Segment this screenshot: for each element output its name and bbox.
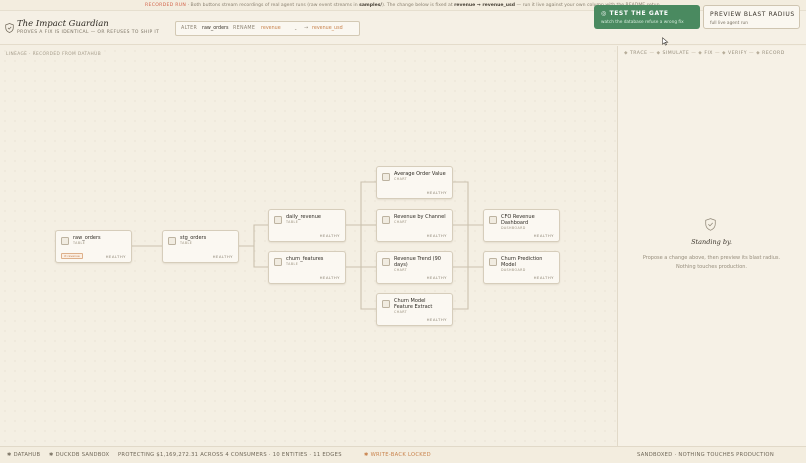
node-type: DASHBOARD	[501, 268, 526, 272]
pipeline-steps: ◆ TRACE — ◆ SIMULATE — ◆ FIX — ◆ VERIFY …	[624, 51, 785, 56]
table-icon	[61, 237, 69, 245]
lineage-node-cfo-revenue-dashboard[interactable]: CFO Revenue Dashboard DASHBOARD HEALTHY	[483, 209, 560, 242]
protecting-summary: PROTECTING $1,169,272.31 ACROSS 4 CONSUM…	[118, 452, 342, 458]
chart-icon	[382, 258, 390, 266]
lineage-node-revenue-by-channel[interactable]: Revenue by Channel CHART HEALTHY	[376, 209, 453, 242]
edge	[453, 266, 483, 310]
node-name: CFO Revenue Dashboard	[501, 214, 535, 226]
node-type: TABLE	[286, 262, 299, 266]
preview-blast-radius-sub: full live agent run	[710, 21, 748, 26]
node-status: HEALTHY	[426, 190, 447, 195]
step-record: RECORD	[762, 51, 785, 56]
dashboard-icon	[489, 216, 497, 224]
step-verify: VERIFY	[728, 51, 748, 56]
table-icon	[274, 216, 282, 224]
preview-blast-radius-label: PREVIEW BLAST RADIUS	[710, 11, 795, 18]
node-type: TABLE	[286, 220, 299, 224]
node-type: CHART	[394, 177, 408, 181]
step-trace: TRACE	[630, 51, 648, 56]
node-status: HEALTHY	[319, 275, 340, 280]
node-name: Churn Prediction Model	[501, 256, 543, 268]
edge	[239, 224, 268, 247]
standing-by-title: Standing by.	[691, 238, 732, 246]
lineage-node-average-order-value[interactable]: Average Order Value CHART HEALTHY	[376, 166, 453, 199]
step-fix: FIX	[704, 51, 713, 56]
lineage-node-stg-orders[interactable]: stg_orders TABLE HEALTHY	[162, 230, 239, 263]
node-status: HEALTHY	[105, 254, 126, 259]
mouse-cursor-icon	[662, 37, 669, 46]
node-name: Churn Model Feature Extract	[394, 298, 433, 310]
table-icon	[274, 258, 282, 266]
edge	[346, 181, 376, 226]
lineage-node-churn-features[interactable]: churn_features TABLE HEALTHY	[268, 251, 346, 284]
node-status: HEALTHY	[319, 233, 340, 238]
agent-panel	[617, 46, 806, 446]
lineage-node-raw-orders[interactable]: raw_orders TABLE ⊘ revenue HEALTHY	[55, 230, 132, 263]
node-type: TABLE	[180, 241, 193, 245]
node-status: HEALTHY	[212, 254, 233, 259]
edge	[453, 225, 469, 268]
step-simulate: SIMULATE	[662, 51, 690, 56]
chart-icon	[382, 216, 390, 224]
node-type: CHART	[394, 268, 408, 272]
sandboxed-status: SANDBOXED · NOTHING TOUCHES PRODUCTION	[637, 452, 774, 458]
table-icon	[168, 237, 176, 245]
edge	[360, 225, 376, 268]
chart-icon	[382, 300, 390, 308]
node-type: CHART	[394, 220, 408, 224]
affected-column-badge: ⊘ revenue	[61, 253, 83, 259]
chart-icon	[382, 173, 390, 181]
preview-blast-radius-button[interactable]: PREVIEW BLAST RADIUS full live agent run	[703, 5, 800, 29]
edge	[346, 266, 376, 310]
node-type: DASHBOARD	[501, 226, 526, 230]
node-status: HEALTHY	[533, 233, 554, 238]
lineage-node-revenue-trend[interactable]: Revenue Trend (90 days) CHART HEALTHY	[376, 251, 453, 284]
edge	[253, 246, 268, 268]
status-footer: ✱ DATAHUB ✱ DUCKDB SANDBOX PROTECTING $1…	[0, 446, 806, 463]
edge	[453, 181, 483, 226]
dashboard-icon	[489, 258, 497, 266]
node-type: TABLE	[73, 241, 86, 245]
lineage-node-daily-revenue[interactable]: daily_revenue TABLE HEALTHY	[268, 209, 346, 242]
node-type: CHART	[394, 310, 408, 314]
lineage-node-churn-prediction-model[interactable]: Churn Prediction Model DASHBOARD HEALTHY	[483, 251, 560, 284]
shield-check-icon	[705, 218, 716, 231]
write-back-status: ✱ WRITE-BACK LOCKED	[364, 452, 431, 458]
node-status: HEALTHY	[426, 275, 447, 280]
node-status: HEALTHY	[426, 233, 447, 238]
standing-by-description: Propose a change above, then preview its…	[617, 254, 806, 272]
node-status: HEALTHY	[533, 275, 554, 280]
standing-by-line-1: Propose a change above, then preview its…	[642, 255, 781, 261]
lineage-node-churn-model-feature-extract[interactable]: Churn Model Feature Extract CHART HEALTH…	[376, 293, 453, 326]
node-name: Revenue Trend (90 days)	[394, 256, 441, 268]
duckdb-status: ✱ DUCKDB SANDBOX	[49, 452, 110, 458]
node-status: HEALTHY	[426, 317, 447, 322]
standing-by-line-2: Nothing touches production.	[675, 264, 748, 270]
datahub-status: ✱ DATAHUB	[7, 452, 41, 458]
